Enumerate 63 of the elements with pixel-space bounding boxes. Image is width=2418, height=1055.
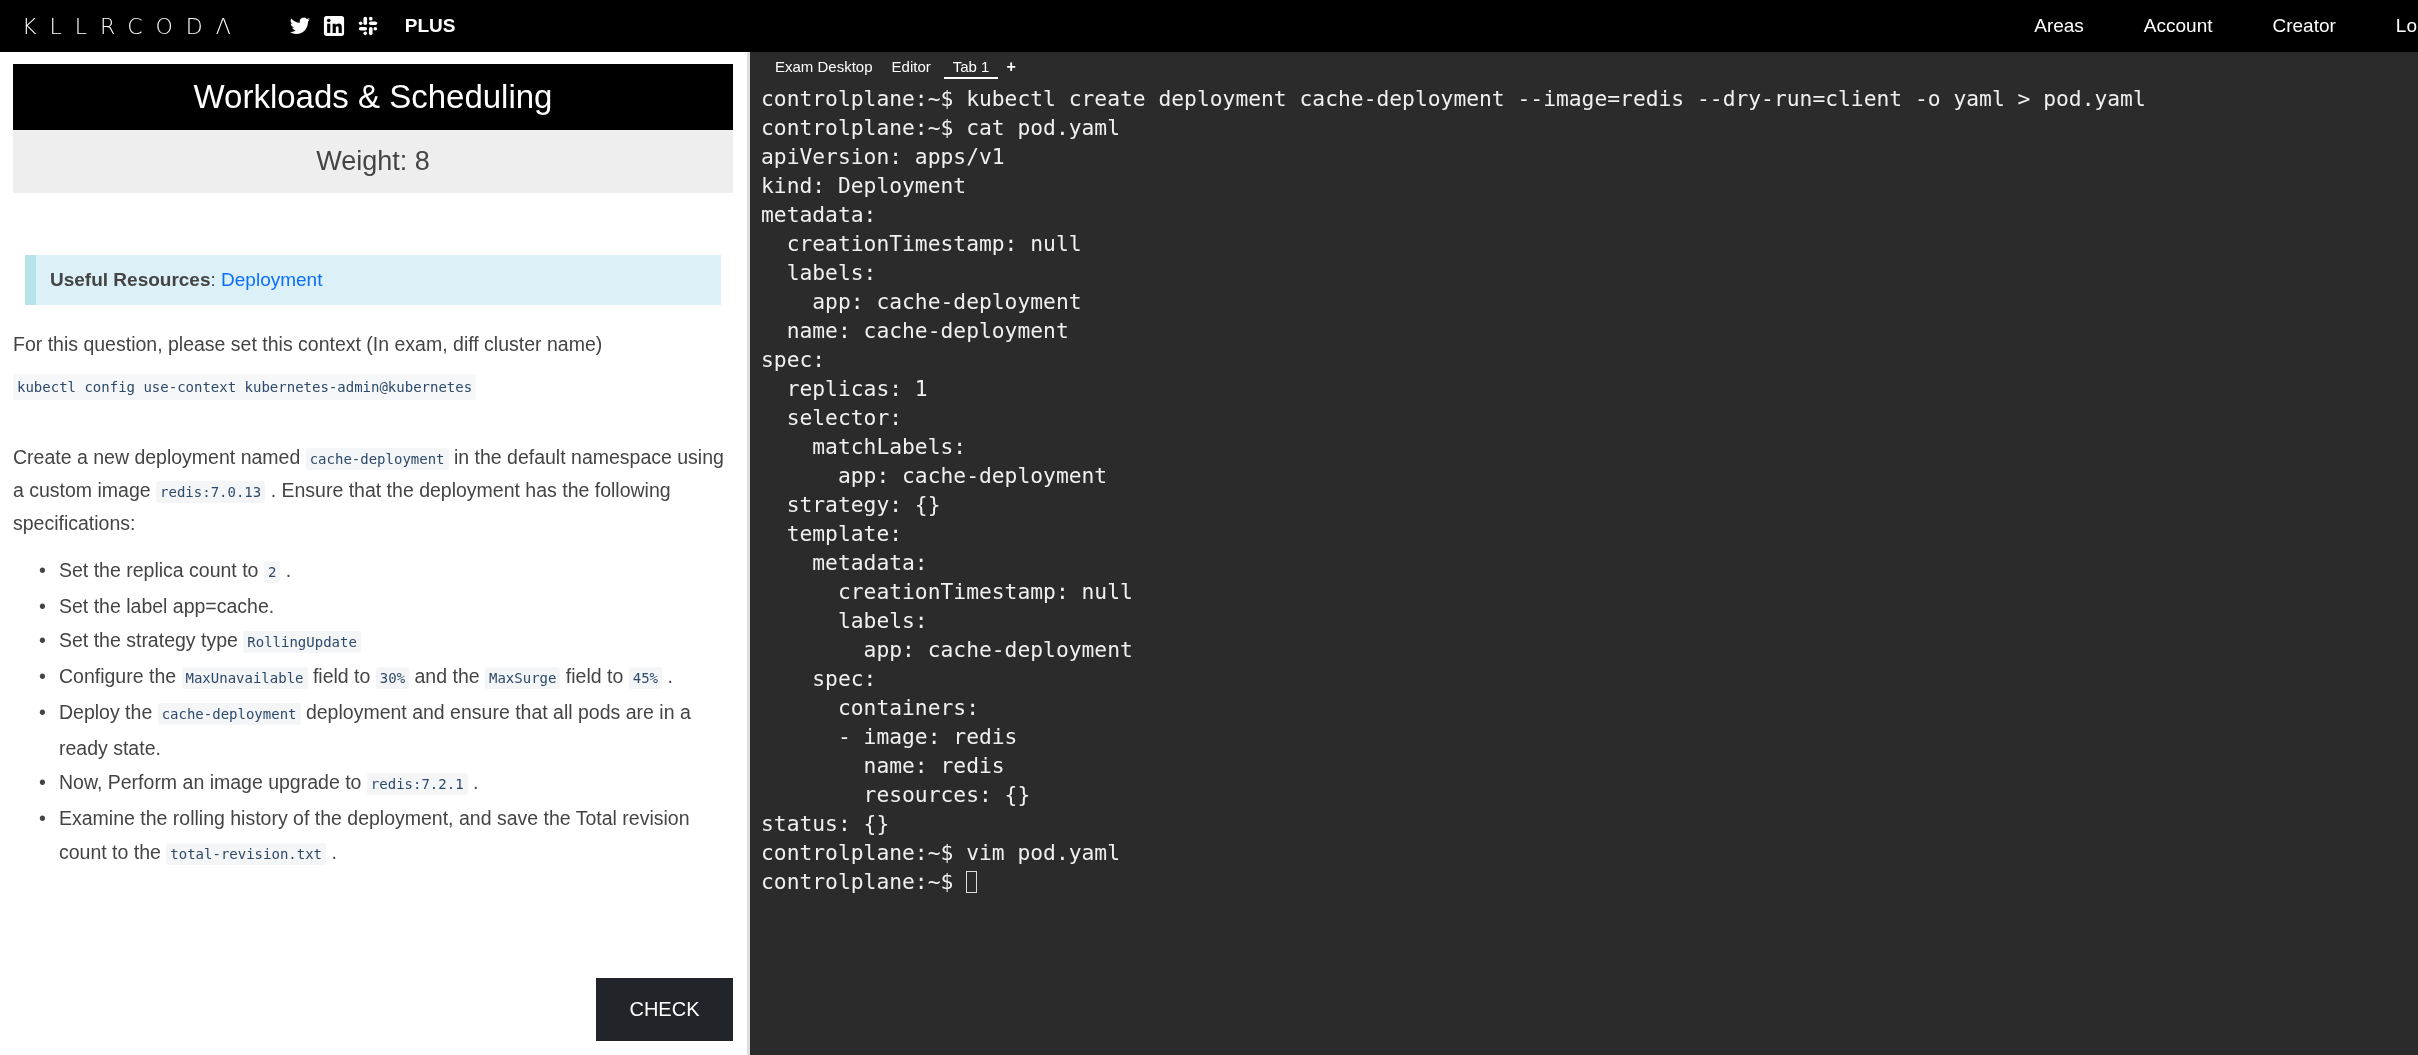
resources-note: Useful Resources: Deployment [25,255,721,305]
context-text: For this question, please set this context (In exam, diff cluster name) [13,332,604,357]
terminal-line: template: [785,520,903,548]
terminal-line: matchLabels: [811,433,967,461]
bullet: • [39,700,47,725]
terminal-tab[interactable]: Tab 1 [943,55,999,79]
context-command: kubectl config use-context kubernetes-admin@kubernetes [13,374,477,400]
terminal-line: name: redis [862,752,1005,780]
terminal-line: strategy: {} [785,491,941,519]
terminal-line: apiVersion: apps/v1 [761,143,1005,171]
plus-link[interactable]: PLUS [404,15,456,37]
task-step: Set the strategy type RollingUpdate [59,623,733,659]
task-description: Create a new deployment named cache-deployment in the default namespace using a custom image redis:7.0.13 . Ensure that the deployment has the following specifications: [13,445,725,536]
terminal-line: name: cache-deployment [785,317,1069,345]
task-step: Set the label app=cache. [59,589,733,623]
task-step: Set the replica count to 2 . [59,553,733,589]
terminal-line: creationTimestamp: null [836,578,1133,606]
linkedin-icon[interactable] [322,15,345,37]
bullet: • [39,628,47,653]
terminal-line: controlplane:~$ kubectl create deployment cache-deployment --image=redis --dry-run=client -o yaml > pod.yaml [761,85,2146,113]
nav-link[interactable]: Areas [2034,15,2084,37]
terminal-line: labels: [836,607,928,635]
terminal-line: spec: [761,346,826,374]
task-step: Deploy the cache-deployment deployment and ensure that all pods are in a ready state. [59,695,733,765]
bullet: • [39,806,47,831]
terminal-line: selector: [785,404,903,432]
terminal-line: - image: redis [836,723,1018,751]
bullet: • [39,594,47,619]
weight-label: Weight: 8 [13,130,733,193]
terminal-line: metadata: [761,201,877,229]
terminal-line: controlplane:~$ cat pod.yaml [761,114,1120,142]
hash-icon[interactable] [356,15,379,37]
resource-link[interactable]: Deployment [221,269,323,290]
nav-link[interactable]: Lo [2395,15,2417,37]
terminal-line: containers: [836,694,979,722]
terminal-line: controlplane:~$ vim pod.yaml [761,839,1120,867]
task-step: Examine the rolling history of the deployment, and save the Total revision count to the total-revision.txt . [59,801,733,871]
logo[interactable]: KLLRCODΛ [22,13,244,39]
terminal-line: status: {} [761,810,890,838]
terminal-line: labels: [785,259,877,287]
terminal-line: resources: {} [862,781,1031,809]
add-tab-button[interactable]: + [1006,58,1016,76]
bullet: • [39,664,47,689]
terminal-line: spec: [811,665,877,693]
terminal-line: replicas: 1 [785,375,928,403]
terminal-line: creationTimestamp: null [785,230,1082,258]
bullet: • [39,558,47,583]
nav-link[interactable]: Account [2143,15,2213,37]
terminal-line: app: cache-deployment [862,636,1133,664]
check-button[interactable]: CHECK [596,978,733,1041]
terminal-line: app: cache-deployment [836,462,1108,490]
bullet: • [39,770,47,795]
terminal-tab[interactable]: Exam Desktop [769,55,886,79]
terminal-line: metadata: [811,549,928,577]
task-title: Workloads & Scheduling [13,64,733,130]
terminal-tab[interactable]: Editor [885,55,944,79]
task-step: Now, Perform an image upgrade to redis:7.2.1 . [59,765,733,801]
bird-icon[interactable] [288,15,311,37]
terminal-line: controlplane:~$ [761,868,955,896]
task-step: Configure the MaxUnavailable field to 30% and the MaxSurge field to 45% . [59,659,733,695]
nav-link[interactable]: Creator [2272,15,2336,37]
terminal-line: kind: Deployment [761,172,967,200]
terminal-line: app: cache-deployment [811,288,1082,316]
